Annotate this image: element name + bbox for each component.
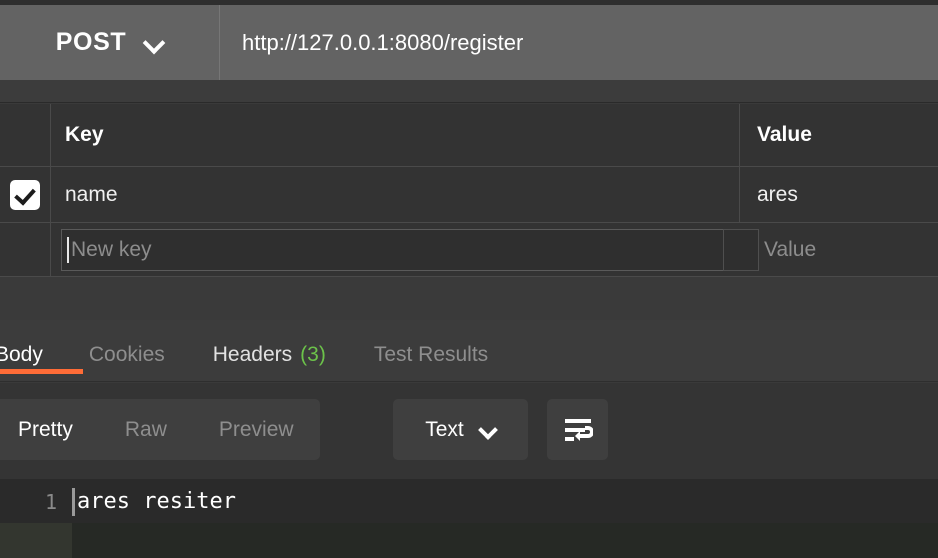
header-value-cell: Value <box>740 104 938 166</box>
chevron-down-icon <box>144 33 163 52</box>
response-body-viewer: 1 ares resiter <box>0 480 938 558</box>
new-key-placeholder: New key <box>71 237 152 261</box>
header-checkbox-cell <box>0 104 51 166</box>
tab-headers-count: (3) <box>300 343 326 366</box>
line-number: 1 <box>44 489 57 514</box>
tab-headers-label: Headers <box>212 343 293 366</box>
row-key-cell[interactable]: name <box>51 167 740 222</box>
postman-request-response-pane: POST http://127.0.0.1:8080/register Key … <box>0 0 938 558</box>
response-format-label: Text <box>425 417 464 441</box>
new-value-input-edge[interactable] <box>723 228 759 271</box>
chevron-down-icon <box>480 422 496 438</box>
table-new-row: New key Value <box>0 223 938 277</box>
view-mode-pretty[interactable]: Pretty <box>0 418 99 442</box>
row-value-text: ares <box>757 182 798 206</box>
text-caret <box>67 236 69 263</box>
tab-test-results-label: Test Results <box>373 343 489 366</box>
response-body-text: ares resiter <box>77 489 236 514</box>
table-row: name ares <box>0 167 938 223</box>
code-line[interactable]: 1 ares resiter <box>0 480 938 523</box>
new-row-checkbox-cell <box>0 223 51 276</box>
row-key-text: name <box>65 182 118 206</box>
response-tab-bar: Body Cookies Headers (3) Test Results <box>0 320 938 382</box>
response-format-selector[interactable]: Text <box>393 399 528 460</box>
row-enabled-checkbox[interactable] <box>10 179 40 210</box>
view-mode-raw[interactable]: Raw <box>99 418 193 442</box>
new-row-value-cell: Value <box>723 223 938 276</box>
new-key-input[interactable]: New key <box>61 228 731 271</box>
view-mode-preview[interactable]: Preview <box>193 418 320 442</box>
tab-headers[interactable]: Headers (3) <box>189 320 350 382</box>
http-method-label: POST <box>55 28 127 56</box>
row-value-cell[interactable]: ares <box>740 167 938 222</box>
request-tabs-gap-band <box>0 80 938 103</box>
column-header-key: Key <box>65 123 104 146</box>
tab-test-results[interactable]: Test Results <box>350 320 512 382</box>
response-toolbar: Pretty Raw Preview Text <box>0 383 938 480</box>
new-value-placeholder: Value <box>764 237 817 261</box>
tab-body-label: Body <box>0 343 43 366</box>
column-header-value: Value <box>757 123 812 146</box>
tab-cookies[interactable]: Cookies <box>65 320 189 382</box>
header-key-cell: Key <box>51 104 740 166</box>
gutter-background <box>0 523 72 558</box>
wrap-text-button[interactable] <box>547 399 608 460</box>
tab-cookies-label: Cookies <box>88 343 165 366</box>
tab-body[interactable]: Body <box>0 320 83 382</box>
view-mode-segmented-control: Pretty Raw Preview <box>0 399 320 460</box>
table-header-row: Key Value <box>0 104 938 167</box>
url-text: http://127.0.0.1:8080/register <box>242 29 524 55</box>
request-url-bar: POST http://127.0.0.1:8080/register <box>0 5 938 80</box>
url-input[interactable]: http://127.0.0.1:8080/register <box>220 5 938 80</box>
http-method-selector[interactable]: POST <box>0 5 220 80</box>
wrap-text-icon <box>564 418 593 441</box>
params-table: Key Value name ares New key Value <box>0 104 938 277</box>
row-checkbox-cell <box>0 167 51 222</box>
new-row-key-cell: New key <box>51 223 740 276</box>
